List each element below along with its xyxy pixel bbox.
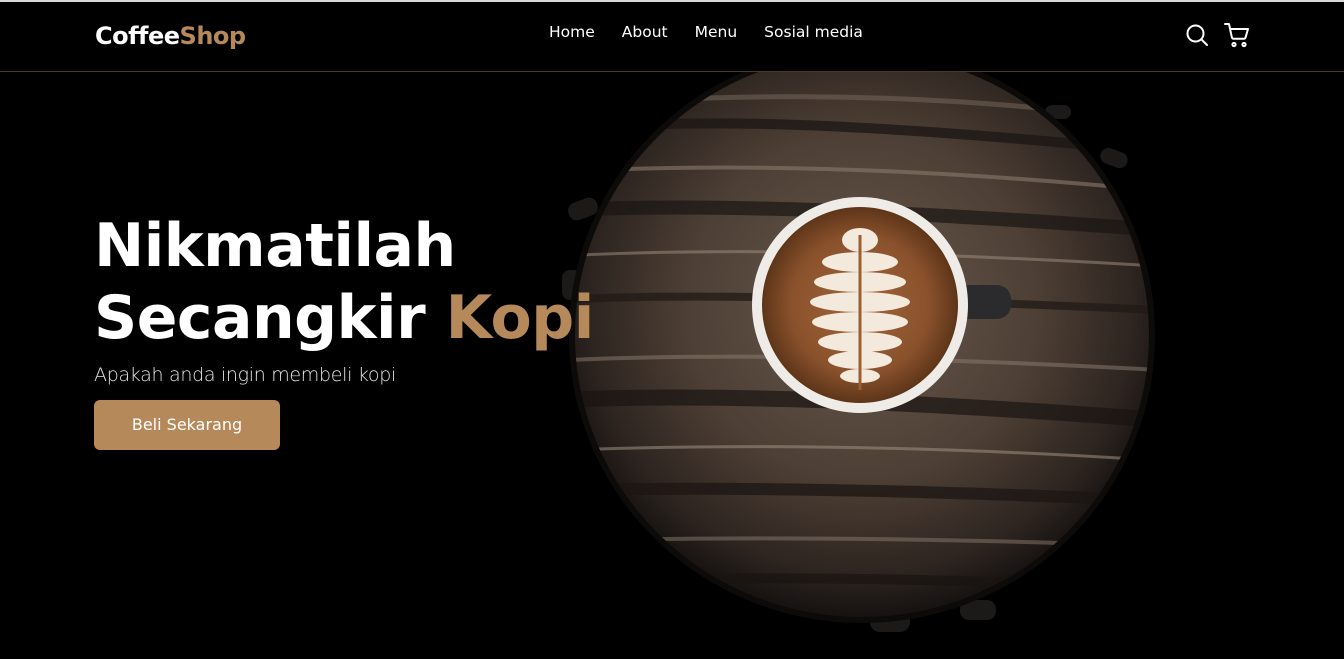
hero-section: Nikmatilah Secangkir Kopi Apakah anda in… <box>94 210 594 450</box>
hero-title: Nikmatilah Secangkir Kopi <box>94 210 594 354</box>
cart-icon[interactable] <box>1224 22 1250 48</box>
hero-title-line1: Nikmatilah <box>94 211 456 281</box>
brand-logo[interactable]: CoffeeShop <box>95 22 246 50</box>
hero-title-line2: Secangkir <box>94 283 446 353</box>
nav-link-social-media[interactable]: Sosial media <box>764 23 863 41</box>
page: CoffeeShop Home About Menu Sosial media <box>0 0 1344 659</box>
hero-title-accent: Kopi <box>445 283 595 353</box>
nav-icons <box>1184 22 1250 48</box>
brand-name-primary: Coffee <box>95 22 180 50</box>
nav-link-menu[interactable]: Menu <box>695 23 738 41</box>
nav-link-about[interactable]: About <box>622 23 668 41</box>
buy-now-button[interactable]: Beli Sekarang <box>94 400 280 450</box>
search-icon[interactable] <box>1184 22 1210 48</box>
brand-name-accent: Shop <box>179 22 247 50</box>
nav-links: Home About Menu Sosial media <box>549 23 863 41</box>
nav-link-home[interactable]: Home <box>549 23 595 41</box>
hero-subtitle: Apakah anda ingin membeli kopi <box>94 364 396 386</box>
hero-coffee-table-image <box>540 40 1180 659</box>
navbar: CoffeeShop Home About Menu Sosial media <box>0 2 1344 72</box>
